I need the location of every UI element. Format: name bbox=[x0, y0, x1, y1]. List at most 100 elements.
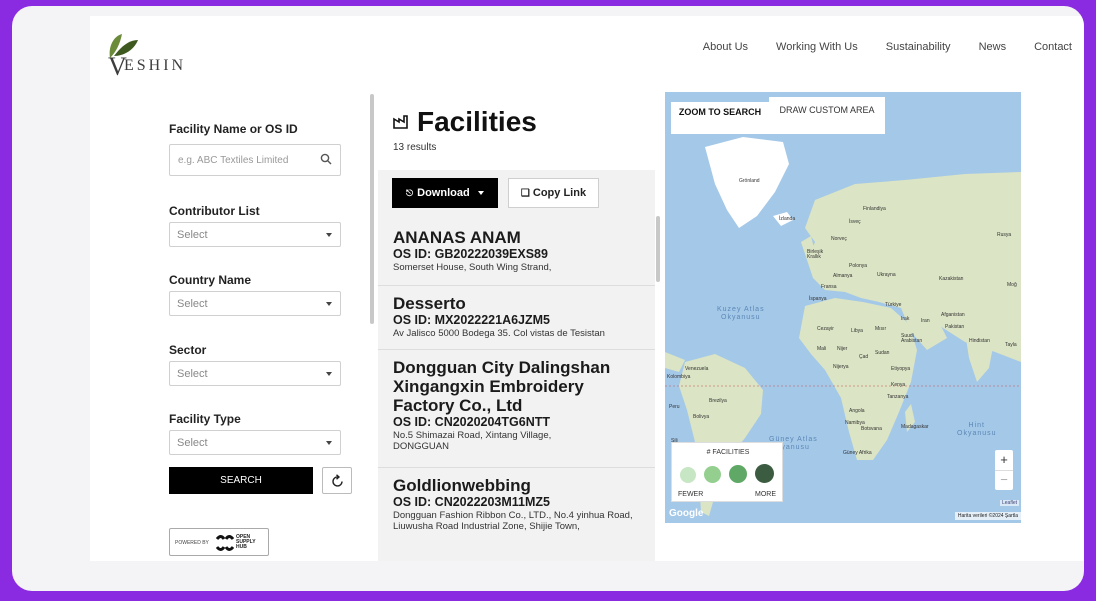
factory-icon bbox=[393, 114, 408, 129]
country-name-label: Country Name bbox=[169, 273, 252, 287]
chevron-down-icon bbox=[326, 302, 332, 306]
facility-address: No.5 Shimazai Road, Xintang Village, DON… bbox=[393, 430, 552, 452]
copy-icon: ❏ bbox=[520, 188, 530, 199]
map-label: Nijer bbox=[837, 346, 848, 352]
powered-by-osh-badge[interactable]: POWERED BY OPEN SUPPLY HUB bbox=[169, 528, 269, 556]
map-label: Bolivya bbox=[693, 414, 710, 420]
map-label: Birleşik Krallık bbox=[807, 249, 824, 260]
download-icon: ⎋ bbox=[406, 188, 414, 198]
map-label: Hindistan bbox=[969, 338, 990, 344]
facility-name: Goldlionwebbing bbox=[393, 476, 531, 495]
legend-more-label: MORE bbox=[755, 491, 776, 498]
map-label: Venezuela bbox=[685, 366, 709, 372]
copy-link-button[interactable]: ❏ Copy Link bbox=[508, 178, 599, 208]
legend-swatch-4 bbox=[755, 464, 774, 483]
result-item[interactable]: Goldlionwebbing OS ID: CN2022203M11MZ5 D… bbox=[378, 468, 655, 561]
facility-name-label: Facility Name or OS ID bbox=[169, 122, 298, 136]
facility-type-select[interactable]: Select bbox=[169, 430, 341, 455]
chevron-down-icon bbox=[478, 191, 484, 195]
results-header: Facilities 13 results bbox=[378, 94, 655, 170]
map-label: Kolombiya bbox=[667, 374, 691, 380]
map-label: İsveç bbox=[849, 219, 861, 225]
facility-address: Somerset House, South Wing Strand, bbox=[393, 262, 552, 273]
map-label: Norveç bbox=[831, 236, 847, 242]
filter-scrollbar[interactable] bbox=[370, 94, 374, 324]
select-placeholder: Select bbox=[177, 368, 208, 380]
map-label: Nijerya bbox=[833, 364, 849, 370]
select-placeholder: Select bbox=[177, 437, 208, 449]
results-scrollbar[interactable] bbox=[656, 216, 660, 282]
brand-logo[interactable]: V ESHIN bbox=[104, 30, 194, 81]
map-label: Güney Afrika bbox=[843, 450, 872, 456]
facility-address: Dongguan Fashion Ribbon Co., LTD., No.4 … bbox=[393, 510, 633, 532]
map-label: Moğ bbox=[1007, 282, 1017, 288]
map-label: Peru bbox=[669, 404, 680, 410]
legend-swatch-2 bbox=[704, 466, 721, 483]
map-label: Kazakistan bbox=[939, 276, 964, 282]
reset-button[interactable] bbox=[322, 467, 352, 494]
map-label: Iran bbox=[921, 318, 930, 324]
map-label: İzlanda bbox=[779, 216, 796, 222]
contributor-list-label: Contributor List bbox=[169, 204, 260, 218]
draw-custom-area-tab[interactable]: DRAW CUSTOM AREA bbox=[769, 97, 885, 134]
result-item[interactable]: Dongguan City Dalingshan Xingangxin Embr… bbox=[378, 350, 655, 468]
map-label: Ukrayna bbox=[877, 272, 896, 278]
facility-address: Av Jalisco 5000 Bodega 35. Col vistas de… bbox=[393, 328, 605, 339]
chevron-down-icon bbox=[326, 441, 332, 445]
browser-frame: V ESHIN About Us Working With Us Sustain… bbox=[12, 6, 1084, 591]
zoom-in-button[interactable]: + bbox=[995, 450, 1013, 470]
osh-name: OPEN SUPPLY HUB bbox=[236, 534, 256, 550]
facility-name: ANANAS ANAM bbox=[393, 228, 521, 247]
zoom-out-button[interactable]: − bbox=[995, 470, 1013, 490]
nav-working-with-us[interactable]: Working With Us bbox=[776, 41, 858, 53]
ocean-label: Hint Okyanusu bbox=[957, 422, 997, 437]
map-label: Fransa bbox=[821, 284, 837, 290]
map-label: Pakistan bbox=[945, 324, 965, 330]
map-label: Botsvana bbox=[861, 426, 882, 432]
facility-search-input[interactable]: e.g. ABC Textiles Limited bbox=[169, 144, 341, 176]
map-label: Mısır bbox=[875, 326, 887, 332]
map-data-attribution[interactable]: Harita verileri ©2024 Şartla bbox=[954, 512, 1021, 520]
facility-os-id: OS ID: CN2020204TG6NTT bbox=[393, 415, 550, 429]
map-label: Kenya bbox=[891, 382, 906, 388]
map-label: Cezayir bbox=[817, 326, 834, 332]
map-label: Angola bbox=[849, 408, 865, 414]
country-name-select[interactable]: Select bbox=[169, 291, 341, 316]
map-label: Tanzanya bbox=[887, 394, 909, 400]
result-item[interactable]: Desserto OS ID: MX2022221A6JZM5 Av Jalis… bbox=[378, 286, 655, 350]
map-label: Finlandiya bbox=[863, 206, 886, 212]
facility-name: Dongguan City Dalingshan Xingangxin Embr… bbox=[393, 358, 611, 415]
map-label: Çad bbox=[859, 354, 869, 360]
nav-news[interactable]: News bbox=[979, 41, 1007, 53]
top-nav: About Us Working With Us Sustainability … bbox=[703, 41, 1072, 53]
facility-map[interactable]: ZOOM TO SEARCH DRAW CUSTOM AREA Grönland… bbox=[665, 92, 1021, 523]
legend-fewer-label: FEWER bbox=[678, 491, 704, 498]
map-label: Madagaskar bbox=[901, 424, 929, 430]
map-label: Sudan bbox=[875, 350, 890, 356]
sector-select[interactable]: Select bbox=[169, 361, 341, 386]
leaflet-attribution-link[interactable]: Leaflet bbox=[999, 500, 1019, 506]
powered-by-text: POWERED BY bbox=[175, 540, 209, 546]
download-button[interactable]: ⎋ Download bbox=[392, 178, 498, 208]
facility-count-legend: # FACILITIES FEWER MORE bbox=[671, 442, 783, 502]
legend-title: # FACILITIES bbox=[706, 449, 750, 456]
ocean-label: Kuzey Atlas Okyanusu bbox=[717, 306, 765, 321]
map-label: Irak bbox=[901, 316, 910, 322]
facility-search-placeholder: e.g. ABC Textiles Limited bbox=[178, 155, 289, 166]
nav-about-us[interactable]: About Us bbox=[703, 41, 748, 53]
facility-os-id: OS ID: CN2022203M11MZ5 bbox=[393, 495, 551, 509]
refresh-icon bbox=[332, 474, 343, 487]
map-label: Suudi Arabistan bbox=[901, 333, 923, 344]
map-label: Almanya bbox=[833, 273, 853, 279]
brand-name: ESHIN bbox=[124, 57, 187, 74]
contributor-list-select[interactable]: Select bbox=[169, 222, 341, 247]
zoom-to-search-tab[interactable]: ZOOM TO SEARCH bbox=[671, 102, 769, 134]
search-button[interactable]: SEARCH bbox=[169, 467, 313, 494]
nav-sustainability[interactable]: Sustainability bbox=[886, 41, 951, 53]
map-label: Etiyopya bbox=[891, 366, 911, 372]
nav-contact[interactable]: Contact bbox=[1034, 41, 1072, 53]
results-title: Facilities bbox=[393, 106, 537, 138]
legend-swatch-3 bbox=[729, 465, 747, 483]
result-item[interactable]: ANANAS ANAM OS ID: GB20222039EXS89 Somer… bbox=[378, 220, 655, 286]
map-label: Türkiye bbox=[885, 302, 902, 308]
